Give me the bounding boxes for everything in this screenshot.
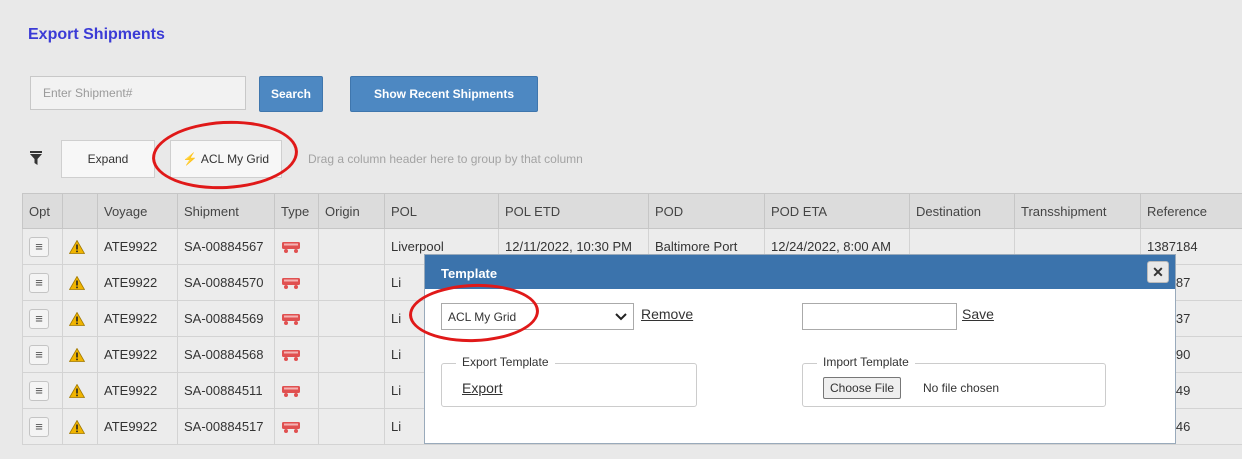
shipment-search-input[interactable]: [30, 76, 246, 110]
lightning-icon: ⚡: [182, 152, 198, 166]
cell-voyage: ATE9922: [97, 264, 178, 301]
cell-status: [62, 300, 98, 337]
column-header-origin[interactable]: Origin: [318, 193, 385, 229]
menu-icon[interactable]: ≡: [29, 308, 49, 329]
acl-my-grid-label: ACL My Grid: [200, 152, 270, 166]
truck-icon: [282, 278, 300, 290]
column-header-pol-etd[interactable]: POL ETD: [498, 193, 649, 229]
cell-status: [62, 264, 98, 301]
cell-shipment: SA-00884569: [177, 300, 275, 337]
column-header-reference[interactable]: Reference: [1140, 193, 1242, 229]
grid-header-row: Opt Voyage Shipment Type Origin POL POL …: [22, 193, 1242, 229]
cell-voyage: ATE9922: [97, 408, 178, 445]
cell-type: [274, 372, 319, 409]
truck-icon: [282, 386, 300, 398]
cell-voyage: ATE9922: [97, 228, 178, 265]
cell-origin: [318, 372, 385, 409]
cell-opt: ≡: [22, 264, 63, 301]
cell-type: [274, 264, 319, 301]
remove-template-link[interactable]: Remove: [641, 306, 693, 322]
choose-file-button[interactable]: Choose File: [823, 377, 902, 399]
import-template-legend: Import Template: [817, 355, 915, 369]
cell-origin: [318, 408, 385, 445]
import-template-group: Import Template Choose File No file chos…: [802, 355, 1106, 407]
cell-status: [62, 408, 98, 445]
save-template-link[interactable]: Save: [962, 306, 994, 322]
cell-opt: ≡: [22, 228, 63, 265]
column-header-shipment[interactable]: Shipment: [177, 193, 275, 229]
column-header-pod-eta[interactable]: POD ETA: [764, 193, 910, 229]
column-header-destination[interactable]: Destination: [909, 193, 1015, 229]
column-header-pod[interactable]: POD: [648, 193, 765, 229]
truck-icon: [282, 242, 300, 254]
cell-voyage: ATE9922: [97, 336, 178, 373]
filter-icon[interactable]: [30, 151, 42, 165]
cell-shipment: SA-00884517: [177, 408, 275, 445]
cell-type: [274, 336, 319, 373]
cell-voyage: ATE9922: [97, 372, 178, 409]
warning-icon: [69, 348, 85, 363]
menu-icon[interactable]: ≡: [29, 344, 49, 365]
column-header-opt[interactable]: Opt: [22, 193, 63, 229]
menu-icon[interactable]: ≡: [29, 416, 49, 437]
page-title: Export Shipments: [28, 26, 165, 43]
cell-shipment: SA-00884567: [177, 228, 275, 265]
warning-icon: [69, 240, 85, 255]
menu-icon[interactable]: ≡: [29, 380, 49, 401]
cell-opt: ≡: [22, 336, 63, 373]
cell-type: [274, 228, 319, 265]
expand-button[interactable]: Expand: [61, 140, 155, 178]
template-select[interactable]: ACL My Grid: [441, 303, 634, 330]
truck-icon: [282, 422, 300, 434]
menu-icon[interactable]: ≡: [29, 236, 49, 257]
cell-shipment: SA-00884511: [177, 372, 275, 409]
cell-shipment: SA-00884570: [177, 264, 275, 301]
template-dialog-title: Template: [441, 266, 498, 281]
cell-origin: [318, 228, 385, 265]
cell-status: [62, 228, 98, 265]
acl-my-grid-button[interactable]: ⚡ ACL My Grid: [170, 140, 282, 178]
column-header-transshipment[interactable]: Transshipment: [1014, 193, 1141, 229]
cell-type: [274, 300, 319, 337]
menu-icon[interactable]: ≡: [29, 272, 49, 293]
warning-icon: [69, 384, 85, 399]
cell-shipment: SA-00884568: [177, 336, 275, 373]
cell-type: [274, 408, 319, 445]
template-select-value: ACL My Grid: [448, 309, 517, 324]
search-button[interactable]: Search: [259, 76, 323, 112]
export-link[interactable]: Export: [462, 380, 502, 396]
column-header-status[interactable]: [62, 193, 98, 229]
show-recent-shipments-button[interactable]: Show Recent Shipments: [350, 76, 538, 112]
warning-icon: [69, 312, 85, 327]
cell-opt: ≡: [22, 372, 63, 409]
column-header-voyage[interactable]: Voyage: [97, 193, 178, 229]
chevron-down-icon: [615, 312, 627, 320]
warning-icon: [69, 276, 85, 291]
truck-icon: [282, 350, 300, 362]
template-name-input[interactable]: [802, 303, 957, 330]
cell-status: [62, 336, 98, 373]
cell-origin: [318, 264, 385, 301]
close-icon[interactable]: ✕: [1147, 261, 1169, 283]
cell-opt: ≡: [22, 408, 63, 445]
group-by-hint: Drag a column header here to group by th…: [308, 152, 583, 166]
export-template-group: Export Template Export: [441, 355, 697, 407]
cell-opt: ≡: [22, 300, 63, 337]
cell-origin: [318, 300, 385, 337]
cell-status: [62, 372, 98, 409]
truck-icon: [282, 314, 300, 326]
column-header-type[interactable]: Type: [274, 193, 319, 229]
cell-origin: [318, 336, 385, 373]
export-template-legend: Export Template: [456, 355, 555, 369]
warning-icon: [69, 420, 85, 435]
file-status-text: No file chosen: [923, 381, 1000, 395]
template-dialog-header: Template ✕: [425, 255, 1175, 289]
column-header-pol[interactable]: POL: [384, 193, 499, 229]
template-dialog: Template ✕ ACL My Grid Remove Save Expor…: [424, 254, 1176, 444]
cell-voyage: ATE9922: [97, 300, 178, 337]
